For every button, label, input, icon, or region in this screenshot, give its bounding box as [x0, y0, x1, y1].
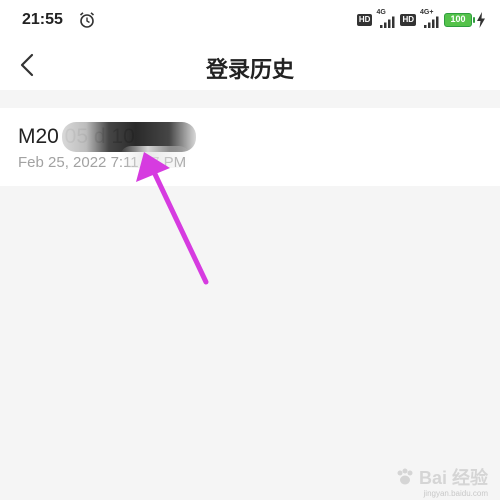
redaction-blur: [120, 146, 190, 168]
login-history-item[interactable]: M20 05 d 10 Feb 25, 2022 7:11 57 PM: [0, 108, 500, 186]
signal-1: 4G: [376, 9, 396, 28]
paw-logo-icon: [397, 468, 413, 485]
hd-badge: HD: [356, 14, 373, 26]
watermark-text: Bai 经验: [418, 468, 488, 488]
hd-badge: HD: [400, 14, 416, 26]
nav-bar: 登录历史: [0, 40, 500, 90]
signal-2: 4G+: [420, 9, 440, 28]
signal-strength-icon: [380, 16, 395, 28]
alarm-clock-icon: [79, 12, 95, 28]
charging-bolt-icon: [477, 12, 485, 28]
network-type-label: 4G: [376, 9, 386, 16]
watermark-url: jingyan.baidu.com: [423, 489, 488, 498]
network-type-label: 4G+: [420, 9, 434, 16]
battery-cap: [473, 17, 475, 23]
battery-icon: 100: [444, 13, 475, 27]
status-bar: 21:55 HD 4G HD 4G+ 100: [0, 0, 500, 40]
page-title: 登录历史: [205, 57, 294, 82]
status-indicators: HD 4G HD 4G+ 100: [356, 9, 486, 29]
battery-level: 100: [450, 14, 466, 24]
login-history-list: M20 05 d 10 Feb 25, 2022 7:11 57 PM: [0, 108, 500, 186]
baidu-watermark: Bai 经验: [395, 464, 488, 490]
status-time: 21:55: [22, 11, 63, 28]
signal-strength-icon: [424, 16, 439, 28]
